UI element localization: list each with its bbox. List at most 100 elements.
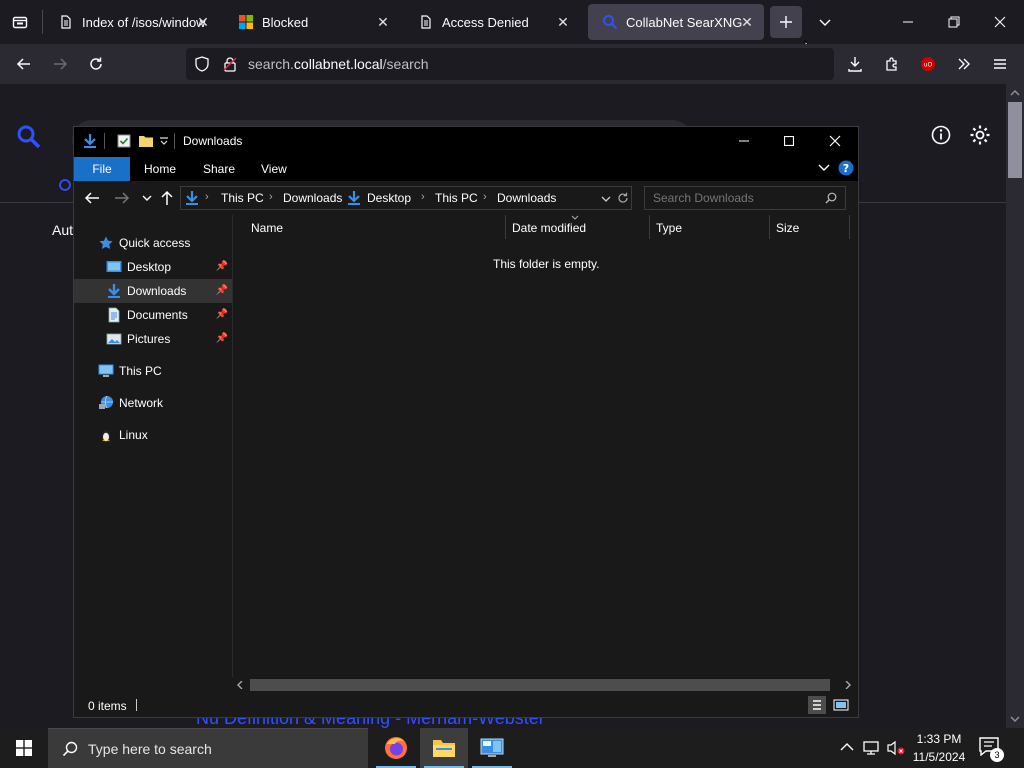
network-status-icon[interactable] <box>862 740 880 756</box>
extensions-button[interactable] <box>876 48 908 80</box>
ribbon-tab-file[interactable]: File <box>74 157 130 181</box>
shield-icon[interactable] <box>194 56 210 72</box>
back-button[interactable] <box>8 48 40 80</box>
search-category-icon[interactable] <box>58 178 74 194</box>
nav-this-pc[interactable]: This PC <box>74 359 232 383</box>
recent-locations-chevron-icon[interactable] <box>142 194 152 202</box>
scroll-left-arrow-icon[interactable] <box>236 681 244 689</box>
close-tab-icon[interactable]: ✕ <box>194 13 212 31</box>
page-scrollbar-thumb[interactable] <box>1008 102 1022 178</box>
expand-ribbon-chevron-icon[interactable] <box>818 163 830 173</box>
close-tab-icon[interactable]: ✕ <box>738 13 756 31</box>
url-bar[interactable]: search.collabnet.local/search <box>186 48 834 80</box>
close-tab-icon[interactable]: ✕ <box>554 13 572 31</box>
forward-button[interactable] <box>44 48 76 80</box>
ribbon-tab-share[interactable]: Share <box>189 157 249 181</box>
breadcrumb-separator-icon[interactable]: › <box>421 191 425 203</box>
close-browser-button[interactable] <box>984 6 1016 38</box>
search-icon[interactable] <box>825 192 837 204</box>
horizontal-scrollbar[interactable] <box>232 677 858 693</box>
breadcrumb-item[interactable]: This PC <box>221 191 264 205</box>
ublock-origin-button[interactable]: uO <box>912 48 944 80</box>
nav-documents[interactable]: Documents 📌 <box>74 303 232 327</box>
search-downloads-input[interactable] <box>645 187 845 209</box>
tab-blocked[interactable]: Blocked ✕ <box>224 4 400 40</box>
breadcrumb-separator-icon[interactable]: › <box>269 191 273 203</box>
explorer-title-bar[interactable]: Downloads <box>74 127 858 155</box>
lock-warning-icon[interactable] <box>222 56 238 72</box>
column-header-date-modified[interactable]: Date modified <box>512 221 586 235</box>
restore-browser-button[interactable] <box>938 6 970 38</box>
search-downloads-box[interactable] <box>644 186 846 210</box>
pin-icon[interactable]: 📌 <box>216 327 228 351</box>
forward-arrow-icon[interactable] <box>114 191 130 205</box>
pin-icon[interactable]: 📌 <box>216 255 228 279</box>
column-header-name[interactable]: Name <box>251 221 283 235</box>
breadcrumb-separator-icon[interactable]: › <box>205 191 209 203</box>
list-all-tabs-button[interactable] <box>809 6 841 38</box>
large-icons-view-button[interactable] <box>832 696 850 714</box>
new-tab-button[interactable] <box>770 6 802 38</box>
nav-linux[interactable]: Linux <box>74 423 232 447</box>
column-separator[interactable] <box>649 215 650 239</box>
close-tab-icon[interactable]: ✕ <box>374 13 392 31</box>
info-icon[interactable] <box>930 124 952 146</box>
page-scrollbar[interactable] <box>1006 84 1024 728</box>
nav-downloads[interactable]: Downloads 📌 <box>74 279 232 303</box>
horizontal-scrollbar-thumb[interactable] <box>250 679 830 691</box>
nav-desktop[interactable]: Desktop 📌 <box>74 255 232 279</box>
reload-button[interactable] <box>80 48 112 80</box>
column-header-size[interactable]: Size <box>776 221 799 235</box>
volume-muted-icon[interactable] <box>886 740 906 756</box>
column-header-type[interactable]: Type <box>656 221 682 235</box>
show-hidden-icons-chevron-icon[interactable] <box>840 742 854 752</box>
scroll-up-arrow-icon[interactable] <box>1009 88 1021 98</box>
nav-network[interactable]: Network <box>74 391 232 415</box>
column-separator[interactable] <box>505 215 506 239</box>
refresh-icon[interactable] <box>617 192 629 204</box>
maximize-window-button[interactable] <box>773 125 805 157</box>
pin-icon[interactable]: 📌 <box>216 279 228 303</box>
taskbar-search-box[interactable]: Type here to search <box>48 728 368 768</box>
gear-icon[interactable] <box>968 123 992 147</box>
taskbar-firefox[interactable] <box>372 728 420 768</box>
searxng-logo-icon[interactable] <box>16 124 42 150</box>
column-separator[interactable] <box>769 215 770 239</box>
breadcrumb-item[interactable]: This PC <box>435 191 478 205</box>
up-arrow-icon[interactable] <box>160 190 174 206</box>
breadcrumb-item[interactable]: Downloads <box>283 191 342 205</box>
minimize-browser-button[interactable] <box>892 6 924 38</box>
scroll-right-arrow-icon[interactable] <box>844 681 852 689</box>
close-window-button[interactable] <box>819 125 851 157</box>
breadcrumb-item[interactable]: Desktop <box>367 191 411 205</box>
nav-quick-access[interactable]: Quick access <box>74 231 232 255</box>
clock-time[interactable]: 1:33 PM <box>904 732 974 746</box>
help-icon[interactable]: ? <box>838 160 854 176</box>
ribbon-tab-view[interactable]: View <box>247 157 301 181</box>
back-arrow-icon[interactable] <box>84 191 100 205</box>
column-separator[interactable] <box>849 215 850 239</box>
nav-pictures[interactable]: Pictures 📌 <box>74 327 232 351</box>
ribbon-tab-home[interactable]: Home <box>130 157 190 181</box>
scroll-down-arrow-icon[interactable] <box>1009 714 1021 724</box>
firefox-view-button[interactable] <box>4 6 36 38</box>
taskbar-control-panel[interactable] <box>468 728 516 768</box>
start-button[interactable] <box>0 728 48 768</box>
tab-collabnet-searxng[interactable]: CollabNet SearXNG ✕ <box>588 4 764 40</box>
new-folder-icon[interactable] <box>138 133 154 149</box>
address-bar[interactable]: › This PC › Downloads Desktop › This PC … <box>180 186 632 210</box>
tab-index-isos[interactable]: Index of /isos/windows ✕ <box>44 4 220 40</box>
breadcrumb-separator-icon[interactable]: › <box>483 191 487 203</box>
clock-date[interactable]: 11/5/2024 <box>904 750 974 764</box>
taskbar-file-explorer[interactable] <box>420 728 468 768</box>
breadcrumb-item[interactable]: Downloads <box>497 191 556 205</box>
minimize-window-button[interactable] <box>728 125 760 157</box>
properties-checkbox-icon[interactable] <box>116 133 132 149</box>
tab-access-denied[interactable]: Access Denied ✕ <box>404 4 580 40</box>
action-center-button[interactable]: 3 <box>978 736 1006 762</box>
app-menu-button[interactable] <box>984 48 1016 80</box>
details-view-button[interactable] <box>808 696 826 714</box>
pin-icon[interactable]: 📌 <box>216 303 228 327</box>
downloads-button[interactable] <box>839 48 871 80</box>
address-dropdown-chevron-icon[interactable] <box>601 195 611 203</box>
